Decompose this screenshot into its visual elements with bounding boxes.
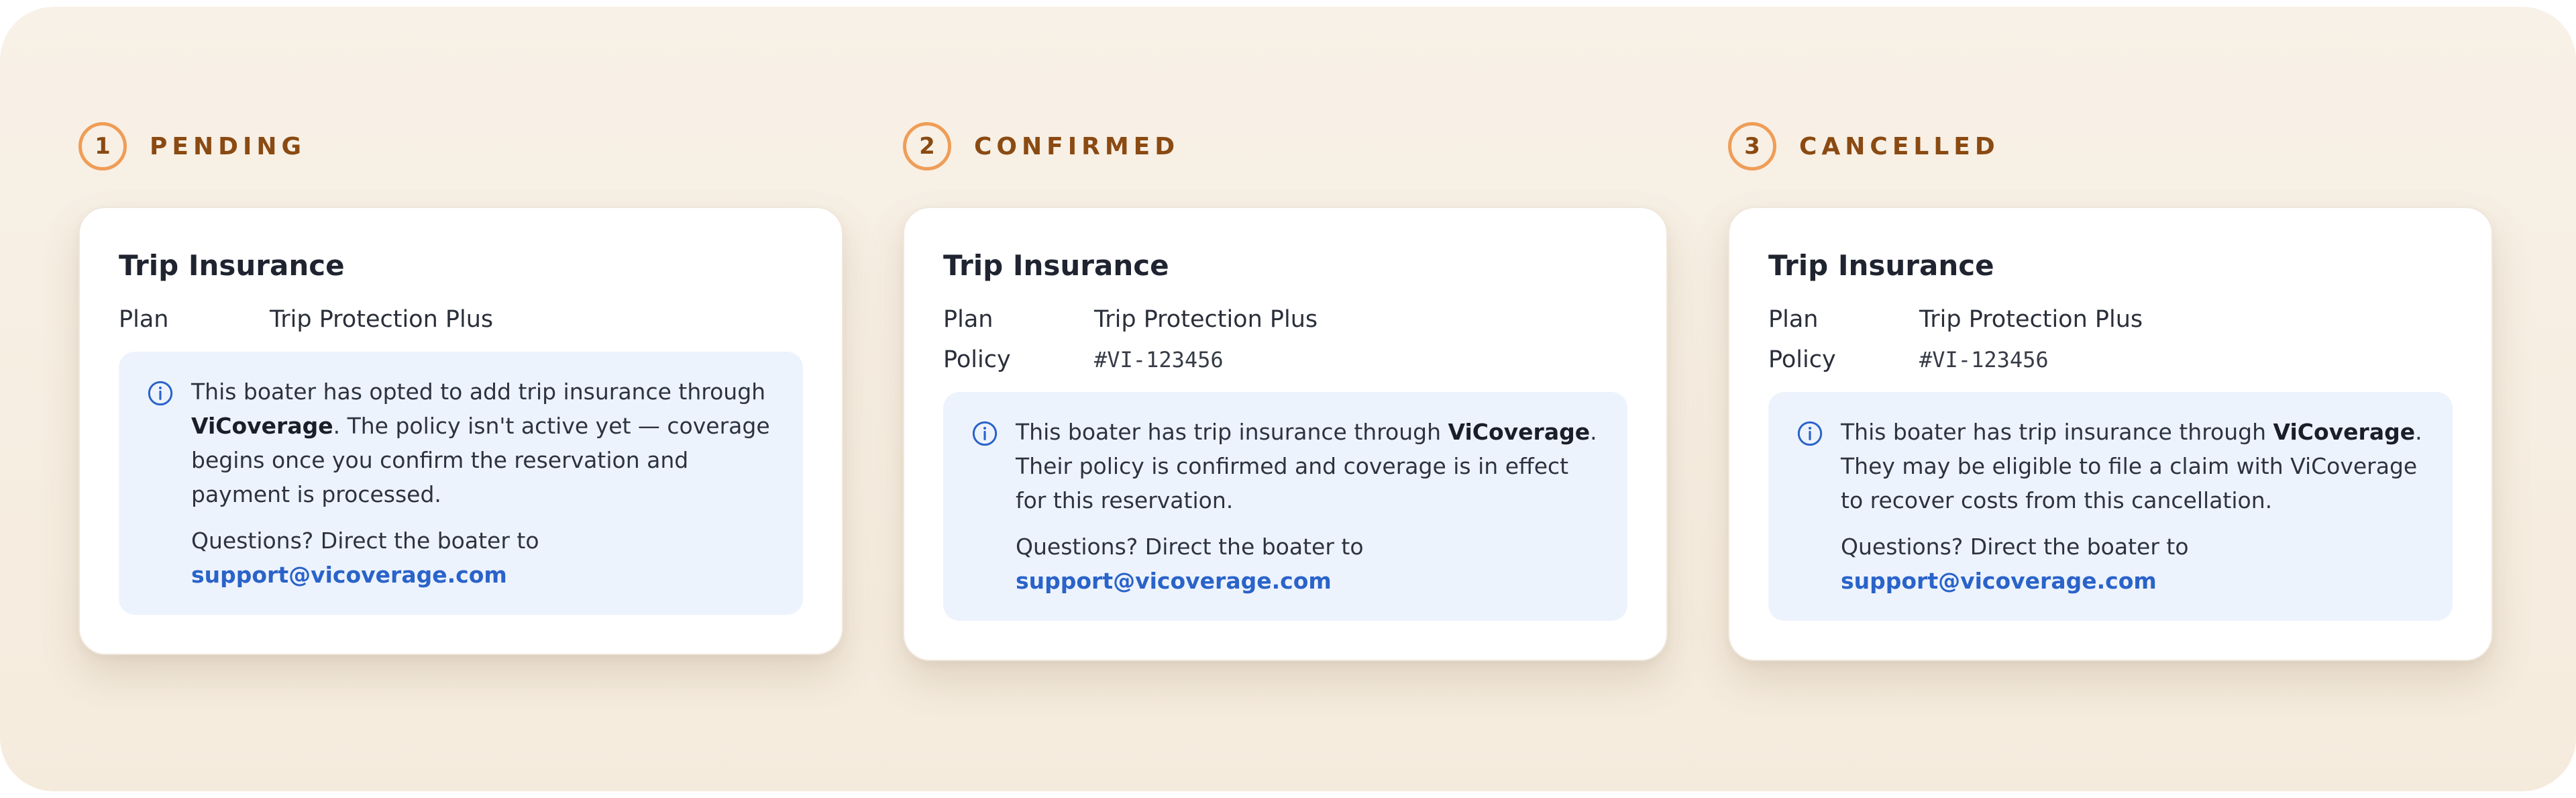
- coverage-message: This boater has trip insurance through V…: [1016, 415, 1601, 517]
- message-text: This boater has trip insurance through: [1016, 419, 1448, 445]
- step-status-label: PENDING: [150, 132, 307, 160]
- info-circle-icon: [1797, 421, 1823, 446]
- questions-message: Questions? Direct the boater to support@v…: [1841, 530, 2426, 598]
- message-text: This boater has trip insurance through: [1841, 419, 2273, 445]
- step-status-label: CONFIRMED: [974, 132, 1180, 160]
- page-background: 1 PENDING Trip Insurance Plan Trip Prote…: [0, 7, 2576, 791]
- support-email-link[interactable]: support@vicoverage.com: [1016, 568, 1332, 594]
- plan-row: Plan Trip Protection Plus: [943, 299, 1627, 340]
- plan-label: Plan: [1768, 306, 1819, 333]
- info-callout: This boater has opted to add trip insura…: [119, 352, 803, 615]
- provider-name: ViCoverage: [1448, 419, 1591, 445]
- plan-value: Trip Protection Plus: [1094, 306, 1318, 333]
- step-header: 2 CONFIRMED: [903, 119, 1668, 173]
- info-callout: This boater has trip insurance through V…: [943, 392, 1627, 621]
- support-email-link[interactable]: support@vicoverage.com: [1841, 568, 2157, 594]
- trip-insurance-card: Trip Insurance Plan Trip Protection Plus…: [903, 207, 1668, 661]
- info-message: This boater has trip insurance through V…: [1016, 415, 1601, 598]
- questions-message: Questions? Direct the boater to support@v…: [1016, 530, 1601, 598]
- coverage-message: This boater has trip insurance through V…: [1841, 415, 2426, 517]
- plan-row: Plan Trip Protection Plus: [119, 299, 803, 340]
- card-title: Trip Insurance: [1768, 249, 1994, 282]
- trip-insurance-card: Trip Insurance Plan Trip Protection Plus…: [1728, 207, 2493, 661]
- info-message: This boater has trip insurance through V…: [1841, 415, 2426, 598]
- step-number-badge: 2: [903, 122, 951, 170]
- provider-name: ViCoverage: [191, 413, 333, 439]
- message-text: This boater has opted to add trip insura…: [191, 379, 766, 405]
- trip-insurance-card: Trip Insurance Plan Trip Protection Plus…: [78, 207, 843, 655]
- questions-text: Questions? Direct the boater to: [191, 528, 539, 554]
- policy-number: #VI-123456: [1094, 347, 1224, 372]
- policy-row: Policy #VI-123456: [1768, 340, 2453, 380]
- info-circle-icon: [148, 381, 173, 406]
- questions-message: Questions? Direct the boater to support@v…: [191, 523, 776, 592]
- card-title: Trip Insurance: [119, 249, 345, 282]
- step-number-badge: 3: [1728, 122, 1776, 170]
- policy-label: Policy: [1768, 346, 1836, 373]
- step-status-label: CANCELLED: [1799, 132, 2000, 160]
- questions-text: Questions? Direct the boater to: [1841, 534, 2189, 560]
- info-circle-icon: [972, 421, 998, 446]
- plan-label: Plan: [119, 306, 169, 333]
- info-message: This boater has opted to add trip insura…: [191, 375, 776, 592]
- state-cancelled-column: 3 CANCELLED Trip Insurance Plan Trip Pro…: [1728, 119, 2493, 661]
- questions-text: Questions? Direct the boater to: [1016, 534, 1364, 560]
- policy-row: Policy #VI-123456: [943, 340, 1627, 380]
- info-callout: This boater has trip insurance through V…: [1768, 392, 2453, 621]
- card-title: Trip Insurance: [943, 249, 1169, 282]
- step-header: 3 CANCELLED: [1728, 119, 2493, 173]
- plan-value: Trip Protection Plus: [270, 306, 494, 333]
- plan-row: Plan Trip Protection Plus: [1768, 299, 2453, 340]
- support-email-link[interactable]: support@vicoverage.com: [191, 562, 507, 588]
- coverage-message: This boater has opted to add trip insura…: [191, 375, 776, 511]
- step-number-badge: 1: [78, 122, 127, 170]
- step-header: 1 PENDING: [78, 119, 843, 173]
- plan-label: Plan: [943, 306, 994, 333]
- state-pending-column: 1 PENDING Trip Insurance Plan Trip Prote…: [78, 119, 843, 655]
- provider-name: ViCoverage: [2273, 419, 2416, 445]
- policy-number: #VI-123456: [1919, 347, 2049, 372]
- plan-value: Trip Protection Plus: [1919, 306, 2143, 333]
- state-confirmed-column: 2 CONFIRMED Trip Insurance Plan Trip Pro…: [903, 119, 1668, 661]
- policy-label: Policy: [943, 346, 1011, 373]
